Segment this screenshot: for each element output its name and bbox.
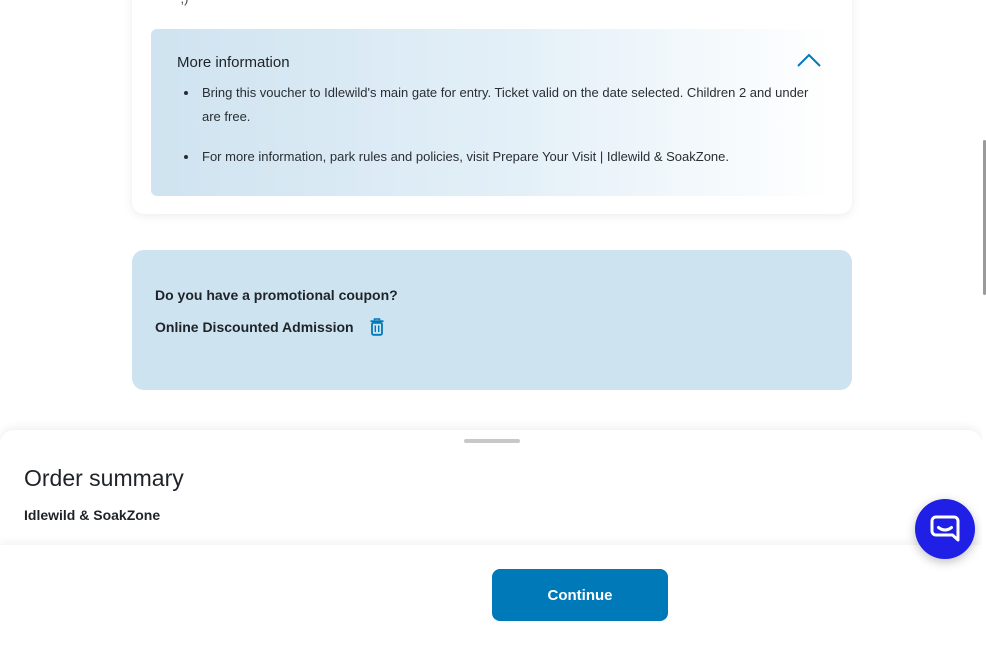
applied-coupon-name: Online Discounted Admission (155, 319, 354, 335)
drag-handle[interactable] (464, 439, 520, 443)
order-summary-park-name: Idlewild & SoakZone (24, 507, 161, 523)
cut-off-text: ',) (178, 0, 188, 6)
continue-button[interactable]: Continue (492, 569, 668, 621)
chat-icon (930, 515, 960, 542)
applied-coupon-row: Online Discounted Admission (155, 318, 385, 336)
info-bullet: Bring this voucher to Idlewild's main ga… (199, 81, 819, 129)
more-information-panel: More information Bring this voucher to I… (151, 29, 833, 196)
promo-question: Do you have a promotional coupon? (155, 287, 398, 303)
promo-coupon-card: Do you have a promotional coupon? Online… (132, 250, 852, 390)
scrollbar-track[interactable] (982, 0, 986, 645)
more-information-title[interactable]: More information (177, 54, 290, 71)
chevron-up-icon[interactable] (796, 51, 822, 69)
more-information-list: Bring this voucher to Idlewild's main ga… (199, 81, 819, 185)
trash-icon[interactable] (369, 318, 385, 336)
page: ',) More information Bring this voucher … (0, 0, 986, 645)
info-bullet: For more information, park rules and pol… (199, 145, 819, 169)
order-summary-title: Order summary (24, 465, 184, 491)
order-summary-sheet: Order summary Idlewild & SoakZone Contin… (0, 430, 982, 645)
chat-button[interactable] (915, 499, 975, 559)
sheet-footer: Continue (0, 545, 982, 645)
